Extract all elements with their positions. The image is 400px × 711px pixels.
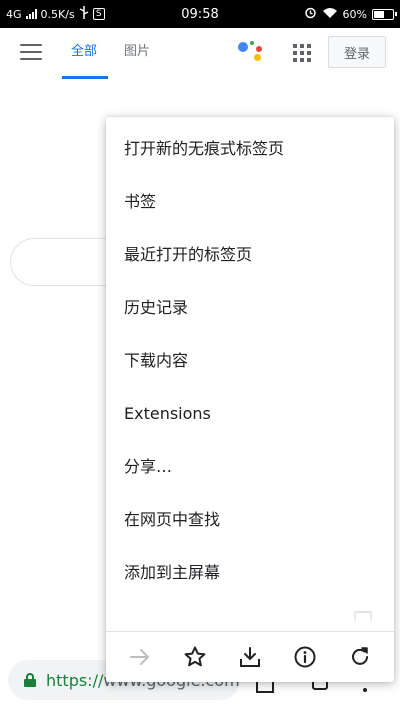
menu-item-partially-visible[interactable] (106, 599, 394, 621)
menu-item-share[interactable]: 分享… (106, 440, 394, 493)
menu-item-add-to-home-screen[interactable]: 添加到主屏幕 (106, 546, 394, 599)
forward-button[interactable] (120, 637, 160, 677)
network-type: 4G (6, 7, 22, 21)
tab-images[interactable]: 图片 (124, 44, 150, 60)
info-icon (294, 646, 316, 668)
download-button[interactable] (230, 637, 270, 677)
menu-item-history[interactable]: 历史记录 (106, 281, 394, 334)
download-icon (239, 647, 260, 667)
page-info-button[interactable] (285, 637, 325, 677)
google-assistant-icon[interactable] (236, 40, 264, 64)
alarm-icon (304, 6, 317, 22)
status-bar-left: 4G 0.5K/s S (6, 0, 105, 28)
lock-icon (24, 673, 36, 687)
battery-level-fill (374, 10, 384, 18)
usb-icon (79, 6, 89, 22)
desktop-site-checkbox[interactable] (354, 611, 372, 621)
hamburger-menu-icon[interactable] (20, 44, 42, 60)
battery-icon (372, 8, 397, 20)
menu-item-find-in-page[interactable]: 在网页中查找 (106, 493, 394, 546)
battery-percent: 60% (342, 7, 367, 21)
menu-item-extensions[interactable]: Extensions (106, 387, 394, 440)
reload-button[interactable] (340, 637, 380, 677)
signal-icon (25, 9, 37, 19)
menu-list: 打开新的无痕式标签页 书签 最近打开的标签页 历史记录 下载内容 Extensi… (106, 122, 394, 621)
s-app-icon: S (92, 8, 105, 20)
refresh-icon (352, 647, 369, 665)
menu-item-bookmarks[interactable]: 书签 (106, 175, 394, 228)
status-time: 09:58 (181, 6, 219, 22)
forward-arrow-icon (129, 649, 149, 665)
overflow-menu: 打开新的无痕式标签页 书签 最近打开的标签页 历史记录 下载内容 Extensi… (106, 117, 394, 682)
menu-item-downloads[interactable]: 下载内容 (106, 334, 394, 387)
star-icon (184, 646, 206, 667)
tab-all[interactable]: 全部 (71, 44, 97, 60)
network-speed: 0.5K/s (40, 7, 75, 21)
apps-grid-icon[interactable] (293, 44, 311, 62)
bookmark-button[interactable] (175, 637, 215, 677)
wifi-icon (322, 7, 338, 22)
menu-item-recent-tabs[interactable]: 最近打开的标签页 (106, 228, 394, 281)
menu-item-new-incognito-tab[interactable]: 打开新的无痕式标签页 (106, 122, 394, 175)
url-scheme: https:// (46, 670, 104, 690)
active-tab-indicator (62, 76, 108, 79)
status-bar-right: 60% (304, 0, 397, 28)
status-bar: 4G 0.5K/s S 09:58 60% (0, 0, 400, 28)
login-button[interactable]: 登录 (328, 36, 386, 68)
menu-action-bar (106, 631, 394, 682)
